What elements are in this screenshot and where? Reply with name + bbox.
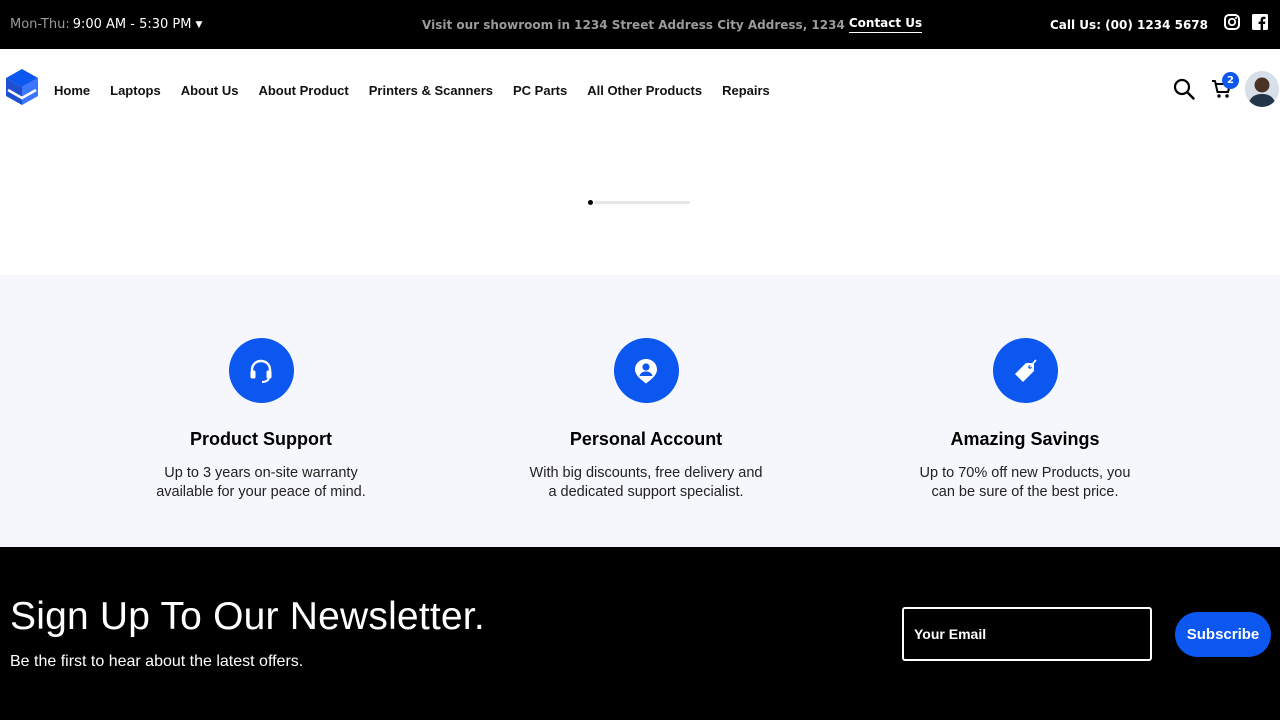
top-bar: Mon-Thu: 9:00 AM - 5:30 PM ▼ Visit our s… (0, 0, 1280, 49)
feature-desc-line: a dedicated support specialist. (548, 484, 744, 500)
nav-about-us[interactable]: About Us (181, 83, 239, 98)
headset-icon (250, 359, 272, 383)
feature-desc-line: Up to 70% off new Products, you (919, 465, 1131, 481)
email-field[interactable] (902, 607, 1152, 661)
nav-home[interactable]: Home (54, 83, 90, 98)
main-menu: Home Laptops About Us About Product Prin… (54, 49, 790, 131)
showroom-text: Visit our showroom in 1234 Street Addres… (422, 17, 845, 32)
feature-description: Up to 3 years on-site warranty available… (111, 464, 411, 502)
feature-icon-circle (992, 338, 1058, 403)
slider-progress-track (594, 201, 690, 204)
newsletter-section: Sign Up To Our Newsletter. Be the first … (0, 547, 1280, 720)
instagram-icon[interactable] (1224, 14, 1240, 30)
tag-icon (1015, 358, 1037, 382)
slider-active-dot[interactable] (588, 200, 593, 205)
chevron-down-icon: ▼ (195, 19, 203, 30)
subscribe-button[interactable]: Subscribe (1175, 612, 1271, 657)
feature-description: Up to 70% off new Products, you can be s… (875, 464, 1175, 502)
feature-icon-circle (613, 338, 679, 403)
cart-count-badge: 2 (1222, 72, 1239, 89)
nav-pc-parts[interactable]: PC Parts (513, 83, 567, 98)
nav-laptops[interactable]: Laptops (110, 83, 161, 98)
avatar-image (1245, 71, 1279, 107)
newsletter-subtitle: Be the first to hear about the latest of… (10, 653, 304, 670)
hero-slider (0, 131, 1280, 275)
feature-title: Product Support (190, 429, 332, 449)
search-icon[interactable] (1173, 78, 1195, 100)
feature-desc-line: available for your peace of mind. (156, 484, 366, 500)
nav-about-product[interactable]: About Product (258, 83, 348, 98)
feature-amazing-savings: Amazing Savings Up to 70% off new Produc… (875, 338, 1175, 502)
feature-product-support: Product Support Up to 3 years on-site wa… (111, 338, 411, 502)
feature-desc-line: can be sure of the best price. (931, 484, 1119, 500)
feature-description: With big discounts, free delivery and a … (496, 464, 796, 502)
feature-icon-circle (228, 338, 294, 403)
nav-printers-scanners[interactable]: Printers & Scanners (369, 83, 493, 98)
user-icon (635, 358, 657, 383)
feature-desc-line: Up to 3 years on-site warranty (164, 465, 358, 481)
slider-pagination[interactable] (588, 200, 690, 205)
contact-us-link[interactable]: Contact Us (848, 16, 923, 33)
hours-time: 9:00 AM - 5:30 PM (72, 17, 192, 32)
facebook-icon[interactable] (1252, 14, 1268, 30)
brand-logo-icon[interactable] (4, 67, 40, 107)
user-avatar[interactable] (1245, 71, 1279, 107)
feature-personal-account: Personal Account With big discounts, fre… (496, 338, 796, 502)
call-us-text: Call Us: (00) 1234 5678 (1050, 17, 1208, 32)
feature-title: Amazing Savings (950, 429, 1100, 449)
feature-title: Personal Account (569, 429, 723, 449)
nav-all-other-products[interactable]: All Other Products (587, 83, 702, 98)
opening-hours-dropdown[interactable]: Mon-Thu: 9:00 AM - 5:30 PM ▼ (10, 0, 202, 49)
hours-days: Mon-Thu: (10, 17, 70, 32)
nav-repairs[interactable]: Repairs (722, 83, 770, 98)
feature-desc-line: With big discounts, free delivery and (529, 465, 763, 481)
newsletter-title: Sign Up To Our Newsletter. (10, 595, 485, 638)
showroom-message: Visit our showroom in 1234 Street Addres… (422, 0, 923, 49)
main-navbar: Home Laptops About Us About Product Prin… (0, 49, 1280, 131)
features-section: Product Support Up to 3 years on-site wa… (0, 275, 1280, 547)
